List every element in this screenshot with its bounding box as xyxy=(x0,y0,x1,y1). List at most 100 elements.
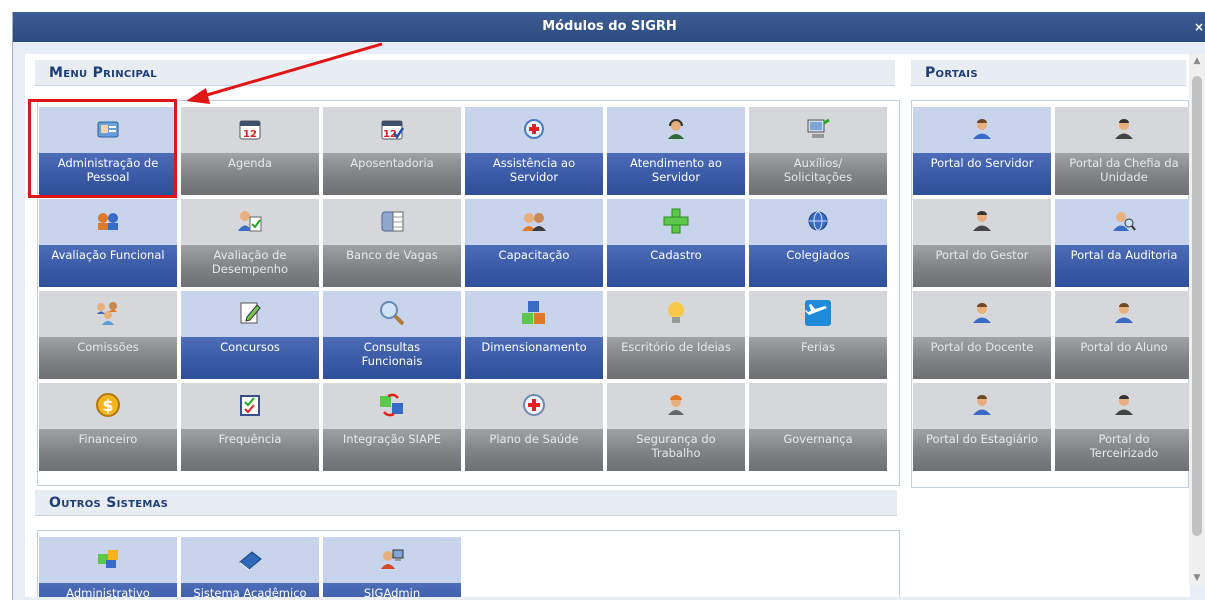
portal-tile-portal-da-auditoria[interactable]: Portal da Auditoria xyxy=(1055,199,1190,287)
menu-tile-consultas-funcionais[interactable]: Consultas Funcionais xyxy=(323,291,461,379)
portal-tile-portal-do-gestor[interactable]: Portal do Gestor xyxy=(913,199,1051,287)
menu-tile-dimensionamento[interactable]: Dimensionamento xyxy=(465,291,603,379)
portais-grid: Portal do Servidor Portal da Chefia da Un… xyxy=(913,107,1190,471)
airplane-icon xyxy=(749,297,887,329)
menu-tile-colegiados[interactable]: Colegiados xyxy=(749,199,887,287)
outros-tile-sigadmin[interactable]: SIGAdmin xyxy=(323,537,461,600)
section-outros-sistemas: Outros Sistemas xyxy=(35,490,897,516)
tile-label: Portal do Docente xyxy=(913,337,1051,379)
committee-icon xyxy=(39,297,177,329)
menu-tile-auxilios-solicitacoes[interactable]: Auxílios/ Solicitações xyxy=(749,107,887,195)
tile-label: Comissões xyxy=(39,337,177,379)
globe-icon xyxy=(749,205,887,237)
tile-label: Avaliação de Desempenho xyxy=(181,245,319,287)
book-icon xyxy=(181,543,319,575)
portal-tile-portal-do-servidor[interactable]: Portal do Servidor xyxy=(913,107,1051,195)
scroll-down-icon[interactable]: ▼ xyxy=(1189,571,1205,585)
tile-label: Auxílios/ Solicitações xyxy=(749,153,887,195)
user-dark-icon xyxy=(913,205,1051,237)
dialog-title: Módulos do SIGRH xyxy=(542,19,677,34)
menu-principal-grid: Administração de Pessoal 12 Agenda 12 Aposen… xyxy=(39,107,887,471)
portal-tile-portal-do-estagiario[interactable]: Portal do Estagiário xyxy=(913,383,1051,471)
section-title: Portais xyxy=(925,65,978,81)
tile-label: Financeiro xyxy=(39,429,177,471)
section-title: Outros Sistemas xyxy=(49,495,169,511)
menu-tile-atendimento-ao-servidor[interactable]: Atendimento ao Servidor xyxy=(607,107,745,195)
dialog-content: Menu Principal Portais Administração de … xyxy=(25,54,1190,600)
tile-label: Concursos xyxy=(181,337,319,379)
admin-user-icon xyxy=(323,543,461,575)
menu-tile-integracao-siape[interactable]: Integração SIAPE xyxy=(323,383,461,471)
cubes-icon xyxy=(465,297,603,329)
tile-label: Portal do Aluno xyxy=(1055,337,1190,379)
plus-icon xyxy=(607,205,745,237)
health-cross-icon xyxy=(465,389,603,421)
menu-tile-avaliacao-de-desempenho[interactable]: Avaliação de Desempenho xyxy=(181,199,319,287)
tile-label: Ferias xyxy=(749,337,887,379)
menu-tile-frequencia[interactable]: Frequência xyxy=(181,383,319,471)
section-title: Menu Principal xyxy=(49,65,157,81)
scroll-up-icon[interactable]: ▲ xyxy=(1189,54,1205,68)
modules-dialog: Módulos do SIGRH × Menu Principal Portai… xyxy=(12,12,1205,600)
menu-tile-comissoes[interactable]: Comissões xyxy=(39,291,177,379)
computer-icon xyxy=(749,113,887,145)
attendant-icon xyxy=(607,113,745,145)
user-blue-icon xyxy=(913,113,1051,145)
outros-tile-administrativo[interactable]: Administrativo xyxy=(39,537,177,600)
portal-tile-portal-do-docente[interactable]: Portal do Docente xyxy=(913,291,1051,379)
lightbulb-icon xyxy=(607,297,745,329)
user-blue-icon xyxy=(913,389,1051,421)
tile-label: Portal do Servidor xyxy=(913,153,1051,195)
close-icon[interactable]: × xyxy=(1192,12,1205,42)
menu-tile-seguranca-do-trabalho[interactable]: Segurança do Trabalho xyxy=(607,383,745,471)
portal-tile-portal-do-aluno[interactable]: Portal do Aluno xyxy=(1055,291,1190,379)
menu-tile-banco-de-vagas[interactable]: Banco de Vagas xyxy=(323,199,461,287)
scroll-thumb[interactable] xyxy=(1192,76,1202,536)
menu-tile-agenda[interactable]: 12 Agenda xyxy=(181,107,319,195)
menu-tile-administracao-de-pessoal[interactable]: Administração de Pessoal xyxy=(39,107,177,195)
vertical-scrollbar[interactable]: ▲ ▼ xyxy=(1189,54,1205,585)
tile-label: Agenda xyxy=(181,153,319,195)
tile-label: Colegiados xyxy=(749,245,887,287)
tile-label: Portal da Chefia da Unidade xyxy=(1055,153,1190,195)
tile-label: Administração de Pessoal xyxy=(39,153,177,195)
integration-icon xyxy=(323,389,461,421)
empty-icon-slot xyxy=(749,389,887,421)
portal-tile-portal-da-chefia-da-unidade[interactable]: Portal da Chefia da Unidade xyxy=(1055,107,1190,195)
tile-label: Dimensionamento xyxy=(465,337,603,379)
worker-icon xyxy=(607,389,745,421)
portal-tile-portal-do-terceirizado[interactable]: Portal do Terceirizado xyxy=(1055,383,1190,471)
database-icon xyxy=(323,205,461,237)
section-menu-principal: Menu Principal xyxy=(35,60,895,86)
menu-tile-ferias[interactable]: Ferias xyxy=(749,291,887,379)
menu-tile-plano-de-saude[interactable]: Plano de Saúde xyxy=(465,383,603,471)
menu-tile-aposentadoria[interactable]: 12 Aposentadoria xyxy=(323,107,461,195)
menu-tile-assistencia-ao-servidor[interactable]: Assistência ao Servidor xyxy=(465,107,603,195)
svg-text:12: 12 xyxy=(243,129,257,140)
user-search-icon xyxy=(1055,205,1190,237)
tile-label: Portal da Auditoria xyxy=(1055,245,1190,287)
checklist-icon xyxy=(181,389,319,421)
tile-label: Governança xyxy=(749,429,887,471)
dollar-coin-icon: $ xyxy=(39,389,177,421)
menu-tile-escritorio-de-ideias[interactable]: Escritório de Ideias xyxy=(607,291,745,379)
menu-tile-cadastro[interactable]: Cadastro xyxy=(607,199,745,287)
dialog-title-bar[interactable]: Módulos do SIGRH × xyxy=(13,12,1205,42)
group-icon xyxy=(465,205,603,237)
menu-tile-avaliacao-funcional[interactable]: Avaliação Funcional xyxy=(39,199,177,287)
svg-text:$: $ xyxy=(102,396,113,415)
user-blue-icon xyxy=(1055,297,1190,329)
tile-label: Capacitação xyxy=(465,245,603,287)
outros-tile-sistema-academico[interactable]: Sistema Acadêmico xyxy=(181,537,319,600)
menu-tile-financeiro[interactable]: $ Financeiro xyxy=(39,383,177,471)
edit-document-icon xyxy=(181,297,319,329)
menu-tile-governanca[interactable]: Governança xyxy=(749,383,887,471)
tile-label: Plano de Saúde xyxy=(465,429,603,471)
tile-label: Portal do Gestor xyxy=(913,245,1051,287)
menu-tile-concursos[interactable]: Concursos xyxy=(181,291,319,379)
menu-tile-capacitacao[interactable]: Capacitação xyxy=(465,199,603,287)
section-portais: Portais xyxy=(911,60,1186,86)
user-dark-icon xyxy=(1055,113,1190,145)
tile-label: Cadastro xyxy=(607,245,745,287)
tile-label: Portal do Estagiário xyxy=(913,429,1051,471)
